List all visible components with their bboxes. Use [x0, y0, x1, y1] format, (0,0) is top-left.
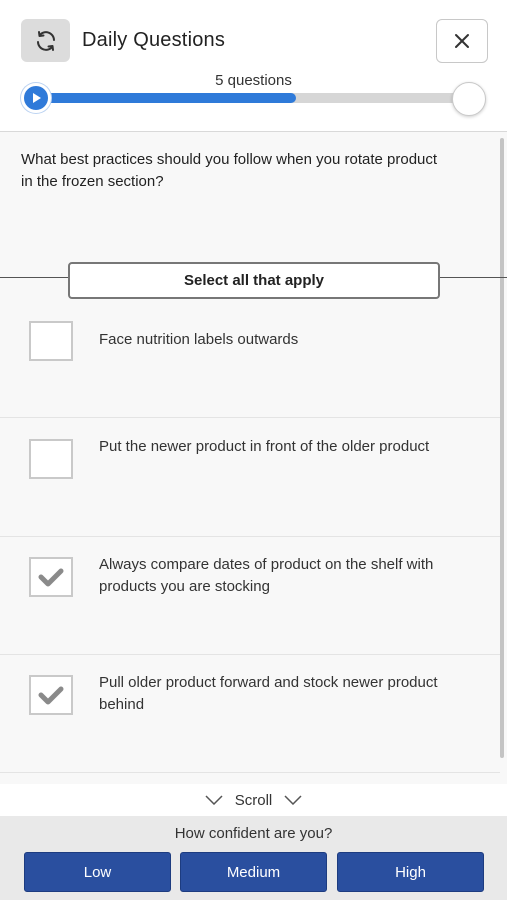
- checkbox-2[interactable]: [29, 439, 73, 479]
- progress-slider-handle[interactable]: [452, 82, 486, 116]
- answer-option-3[interactable]: Always compare dates of product on the s…: [0, 537, 500, 655]
- select-all-label: Select all that apply: [68, 262, 440, 299]
- chevron-down-icon: [205, 795, 223, 805]
- confidence-low-button[interactable]: Low: [24, 852, 171, 892]
- checkbox-1[interactable]: [29, 321, 73, 361]
- confidence-footer: How confident are you? Low Medium High: [0, 816, 507, 900]
- scroll-hint[interactable]: Scroll: [0, 784, 507, 816]
- checkbox-4[interactable]: [29, 675, 73, 715]
- refresh-icon: [36, 30, 55, 51]
- close-button[interactable]: [436, 19, 488, 63]
- page-title: Daily Questions: [82, 29, 226, 51]
- option-label-1: Face nutrition labels outwards: [99, 331, 299, 348]
- option-label-2: Put the newer product in front of the ol…: [99, 438, 430, 455]
- play-icon: [33, 93, 41, 103]
- confidence-medium-button[interactable]: Medium: [180, 852, 327, 892]
- question-panel: What best practices should you follow wh…: [0, 132, 507, 784]
- progress-label: 5 questions: [215, 72, 292, 89]
- scroll-label: Scroll: [234, 791, 273, 809]
- chevron-down-icon: [284, 795, 302, 805]
- checkbox-3[interactable]: [29, 557, 73, 597]
- progress-start-marker: [21, 83, 51, 113]
- progress-fill: [36, 93, 297, 103]
- option-label-3: Always compare dates of product on the s…: [99, 556, 434, 595]
- option-label-4: Pull older product forward and stock new…: [99, 674, 438, 713]
- close-icon: [455, 34, 469, 48]
- confidence-prompt: How confident are you?: [174, 825, 333, 842]
- question-text: What best practices should you follow wh…: [21, 151, 438, 190]
- header: Daily Questions 5 questions: [0, 0, 507, 132]
- scrollbar[interactable]: [500, 138, 504, 758]
- checkmark-icon: [38, 686, 64, 705]
- checkmark-icon: [38, 568, 64, 587]
- answer-option-1[interactable]: Face nutrition labels outwards: [0, 300, 500, 418]
- progress-bar: [36, 93, 470, 103]
- refresh-button[interactable]: [21, 19, 70, 62]
- confidence-high-button[interactable]: High: [337, 852, 484, 892]
- answer-option-2[interactable]: Put the newer product in front of the ol…: [0, 419, 500, 537]
- answer-option-4[interactable]: Pull older product forward and stock new…: [0, 655, 500, 773]
